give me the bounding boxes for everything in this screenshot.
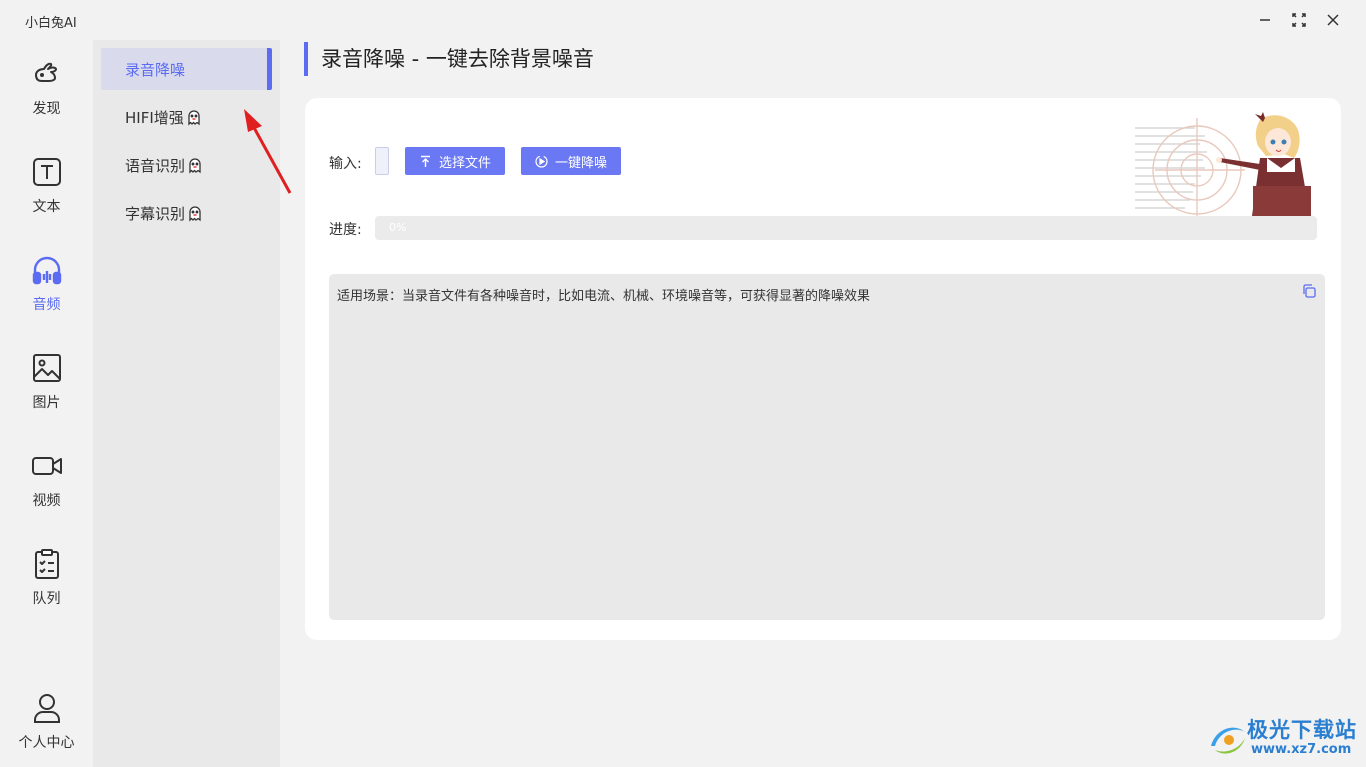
nav-label-video: 视频 <box>32 493 61 509</box>
file-input-field[interactable] <box>375 147 389 175</box>
nav-label-text: 文本 <box>32 199 61 215</box>
progress-text: 0% <box>389 221 407 234</box>
watermark-swirl-icon <box>1211 727 1245 754</box>
app-title: 小白兔AI <box>25 16 77 31</box>
play-circle-icon <box>535 154 548 168</box>
upload-icon <box>420 155 430 167</box>
nav-label-audio: 音频 <box>32 297 61 313</box>
close-button[interactable] <box>1323 10 1343 30</box>
video-camera-icon <box>31 457 62 475</box>
description-box: 适用场景：当录音文件有各种噪音时，比如电流、机械、环境噪音等，可获得显著的降噪效… <box>329 274 1325 620</box>
nav-item-video[interactable]: 视频 <box>0 450 93 530</box>
user-icon <box>33 694 60 723</box>
minimize-icon <box>1260 19 1270 21</box>
nav-item-queue[interactable]: 队列 <box>0 548 93 628</box>
subnav-label-denoise: 录音降噪 <box>125 60 186 79</box>
denoise-panel: 输入: 选择文件 一键降噪 进度: 0% 适用场景：当录音文件有各种噪音时，比如… <box>305 98 1341 640</box>
ghost-badge-icon <box>189 206 201 222</box>
nav-item-text[interactable]: 文本 <box>0 156 93 236</box>
nav-item-image[interactable]: 图片 <box>0 352 93 432</box>
subnav-item-denoise[interactable]: 录音降噪 <box>101 48 272 90</box>
description-text: 适用场景：当录音文件有各种噪音时，比如电流、机械、环境噪音等，可获得显著的降噪效… <box>337 289 871 304</box>
nav-item-audio[interactable]: 音频 <box>0 254 93 334</box>
watermark-url: www.xz7.com <box>1251 742 1352 757</box>
ghost-badge-icon <box>189 158 201 174</box>
nav-label-discover: 发现 <box>32 101 61 117</box>
nav-item-profile[interactable]: 个人中心 <box>0 692 93 767</box>
subnav-label-subtitle-recognition: 字幕识别 <box>125 204 186 223</box>
text-icon <box>32 158 61 186</box>
select-file-label: 选择文件 <box>438 155 491 171</box>
nav-label-profile: 个人中心 <box>18 735 75 751</box>
maximize-icon <box>1292 13 1306 27</box>
progress-bar: 0% <box>375 216 1317 240</box>
nav-label-image: 图片 <box>32 395 61 411</box>
main-nav: 发现 文本 音频 图片 视频 队列 个人中心 <box>0 40 93 767</box>
ghost-badge-icon <box>188 110 200 126</box>
select-file-button[interactable]: 选择文件 <box>405 147 505 175</box>
watermark-logo: 极光下载站 www.xz7.com <box>1205 712 1365 764</box>
progress-label: 进度: <box>329 222 362 238</box>
annotation-arrow-icon <box>244 109 292 194</box>
nav-label-queue: 队列 <box>32 591 61 607</box>
maximize-button[interactable] <box>1289 10 1309 30</box>
image-icon <box>32 354 61 382</box>
watermark-name: 极光下载站 <box>1247 718 1357 742</box>
subnav-label-hifi: HIFI增强 <box>125 108 184 127</box>
copy-icon[interactable] <box>1301 283 1317 299</box>
close-icon <box>1327 14 1339 26</box>
title-bar: 小白兔AI <box>0 0 1366 40</box>
denoise-label: 一键降噪 <box>554 155 607 171</box>
input-label: 输入: <box>329 156 362 172</box>
page-title: 录音降噪 - 一键去除背景噪音 <box>304 42 594 76</box>
clipboard-checklist-icon <box>34 549 59 579</box>
nav-item-discover[interactable]: 发现 <box>0 58 93 138</box>
minimize-button[interactable] <box>1255 10 1275 30</box>
anime-mascot-image <box>1135 112 1311 216</box>
one-click-denoise-button[interactable]: 一键降噪 <box>521 147 621 175</box>
bunny-icon <box>34 62 57 82</box>
subnav-label-speech-recognition: 语音识别 <box>125 156 186 175</box>
headphones-icon <box>32 256 61 285</box>
